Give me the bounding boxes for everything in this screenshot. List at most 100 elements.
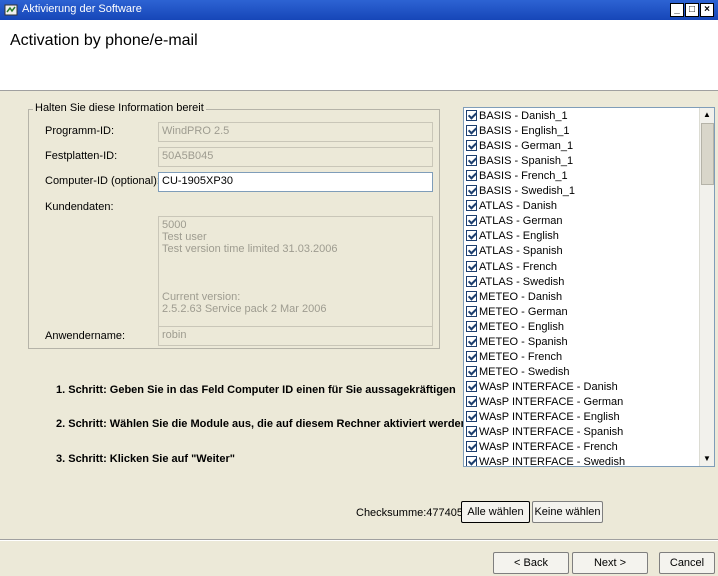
checksum-text: Checksumme:477405 (356, 507, 464, 519)
module-label: BASIS - Spanish_1 (479, 155, 574, 168)
module-label: WAsP INTERFACE - German (479, 395, 624, 408)
customer-line: Test version time limited 31.03.2006 (162, 243, 338, 255)
module-list-item[interactable]: METEO - Spanish (466, 335, 568, 350)
checkbox-icon[interactable] (466, 335, 477, 347)
module-list-item[interactable]: ATLAS - Danish (466, 199, 557, 214)
module-list-item[interactable]: ATLAS - English (466, 229, 559, 244)
cancel-button[interactable]: Cancel (659, 552, 715, 574)
module-list-item[interactable]: METEO - English (466, 320, 564, 335)
module-label: METEO - Swedish (479, 365, 570, 378)
module-list-item[interactable]: WAsP INTERFACE - Swedish (466, 455, 625, 466)
module-label: METEO - Spanish (479, 335, 568, 348)
module-label: ATLAS - German (479, 215, 563, 228)
checkbox-icon[interactable] (466, 365, 477, 377)
computer-id-label: Computer-ID (optional): (45, 175, 160, 187)
customer-data-field[interactable]: 5000 Test user Test version time limited… (158, 216, 433, 343)
disk-id-field[interactable]: 50A5B045 (158, 147, 433, 167)
module-label: WAsP INTERFACE - Spanish (479, 426, 624, 439)
module-label: BASIS - English_1 (479, 125, 570, 138)
next-button[interactable]: Next > (572, 552, 648, 574)
step-3-text: 3. Schritt: Klicken Sie auf "Weiter" (56, 453, 235, 465)
checkbox-icon[interactable] (466, 456, 477, 466)
module-list-item[interactable]: BASIS - German_1 (466, 139, 573, 154)
checkbox-icon[interactable] (466, 110, 477, 121)
module-list-item[interactable]: BASIS - Danish_1 (466, 109, 568, 124)
module-list-item[interactable]: BASIS - Spanish_1 (466, 154, 573, 169)
checkbox-icon[interactable] (466, 185, 477, 197)
module-list-item[interactable]: ATLAS - French (466, 260, 557, 275)
module-list-item[interactable]: BASIS - English_1 (466, 124, 570, 139)
listbox-scrollbar[interactable]: ▲ ▼ (699, 108, 714, 466)
customer-line (162, 267, 429, 279)
checkbox-icon[interactable] (466, 290, 477, 302)
module-list-item[interactable]: METEO - Swedish (466, 365, 569, 380)
module-list-item[interactable]: WAsP INTERFACE - French (466, 440, 618, 455)
module-label: BASIS - German_1 (479, 140, 574, 153)
modules-listbox[interactable]: BASIS - Danish_1 BASIS - English_1 BASIS -… (463, 107, 715, 467)
module-list-item[interactable]: METEO - German (466, 305, 568, 320)
module-label: BASIS - French_1 (479, 170, 568, 183)
module-list-item[interactable]: ATLAS - Spanish (466, 244, 563, 259)
minimize-button[interactable]: _ (670, 3, 684, 17)
module-label: WAsP INTERFACE - Danish (479, 380, 618, 393)
checkbox-icon[interactable] (466, 305, 477, 317)
scroll-thumb[interactable] (701, 123, 714, 185)
checkbox-icon[interactable] (466, 260, 477, 272)
checkbox-icon[interactable] (466, 380, 477, 392)
checkbox-icon[interactable] (466, 140, 477, 152)
app-icon (4, 4, 18, 16)
module-list-item[interactable]: ATLAS - Swedish (466, 275, 564, 290)
module-label: ATLAS - English (479, 230, 559, 243)
customer-line (162, 255, 429, 267)
module-list-item[interactable]: ATLAS - German (466, 214, 563, 229)
module-list-item[interactable]: WAsP INTERFACE - German (466, 395, 623, 410)
program-id-label: Programm-ID: (45, 125, 115, 137)
module-list-item[interactable]: METEO - Danish (466, 290, 562, 305)
program-id-field[interactable]: WindPRO 2.5 (158, 122, 433, 142)
computer-id-input[interactable]: CU-1905XP30 (158, 172, 433, 192)
checkbox-icon[interactable] (466, 200, 477, 212)
module-list-item[interactable]: METEO - French (466, 350, 562, 365)
checkbox-icon[interactable] (466, 125, 477, 137)
close-button[interactable]: × (700, 3, 714, 17)
back-button[interactable]: < Back (493, 552, 569, 574)
main-panel: Halten Sie diese Information bereit Prog… (0, 91, 718, 576)
module-label: METEO - English (479, 320, 564, 333)
module-label: METEO - Danish (479, 290, 563, 303)
checkbox-icon[interactable] (466, 230, 477, 242)
checkbox-icon[interactable] (466, 320, 477, 332)
select-all-button[interactable]: Alle wählen (461, 501, 530, 523)
step-2-text: 2. Schritt: Wählen Sie die Module aus, d… (56, 418, 464, 430)
checkbox-icon[interactable] (466, 441, 477, 453)
username-field[interactable]: robin (158, 326, 433, 346)
module-list-item[interactable]: WAsP INTERFACE - Spanish (466, 425, 623, 440)
page-title: Activation by phone/e-mail (10, 32, 198, 49)
module-label: METEO - German (479, 305, 568, 318)
checkbox-icon[interactable] (466, 395, 477, 407)
select-none-button[interactable]: Keine wählen (532, 501, 603, 523)
checkbox-icon[interactable] (466, 411, 477, 422)
checkbox-icon[interactable] (466, 350, 477, 362)
checkbox-icon[interactable] (466, 426, 477, 438)
module-list-item[interactable]: WAsP INTERFACE - Danish (466, 380, 618, 395)
module-label: WAsP INTERFACE - French (479, 441, 618, 454)
checkbox-icon[interactable] (466, 215, 477, 227)
customer-line: Current version: (162, 291, 241, 303)
checkbox-icon[interactable] (466, 155, 477, 167)
scroll-up-icon[interactable]: ▲ (700, 108, 714, 122)
module-label: ATLAS - Swedish (479, 275, 565, 288)
divider-highlight (0, 540, 718, 541)
module-list-item[interactable]: BASIS - Swedish_1 (466, 184, 575, 199)
disk-id-label: Festplatten-ID: (45, 150, 118, 162)
groupbox-legend: Halten Sie diese Information bereit (33, 102, 206, 114)
maximize-button[interactable]: □ (685, 3, 699, 17)
module-list-item[interactable]: WAsP INTERFACE - English (466, 410, 620, 425)
checkbox-icon[interactable] (466, 245, 477, 257)
checkbox-icon[interactable] (466, 275, 477, 287)
module-label: METEO - French (479, 350, 563, 363)
scroll-down-icon[interactable]: ▼ (700, 452, 714, 466)
customer-line (162, 279, 429, 291)
title-bar[interactable]: Aktivierung der Software _ □ × (0, 0, 718, 20)
module-list-item[interactable]: BASIS - French_1 (466, 169, 568, 184)
checkbox-icon[interactable] (466, 170, 477, 182)
